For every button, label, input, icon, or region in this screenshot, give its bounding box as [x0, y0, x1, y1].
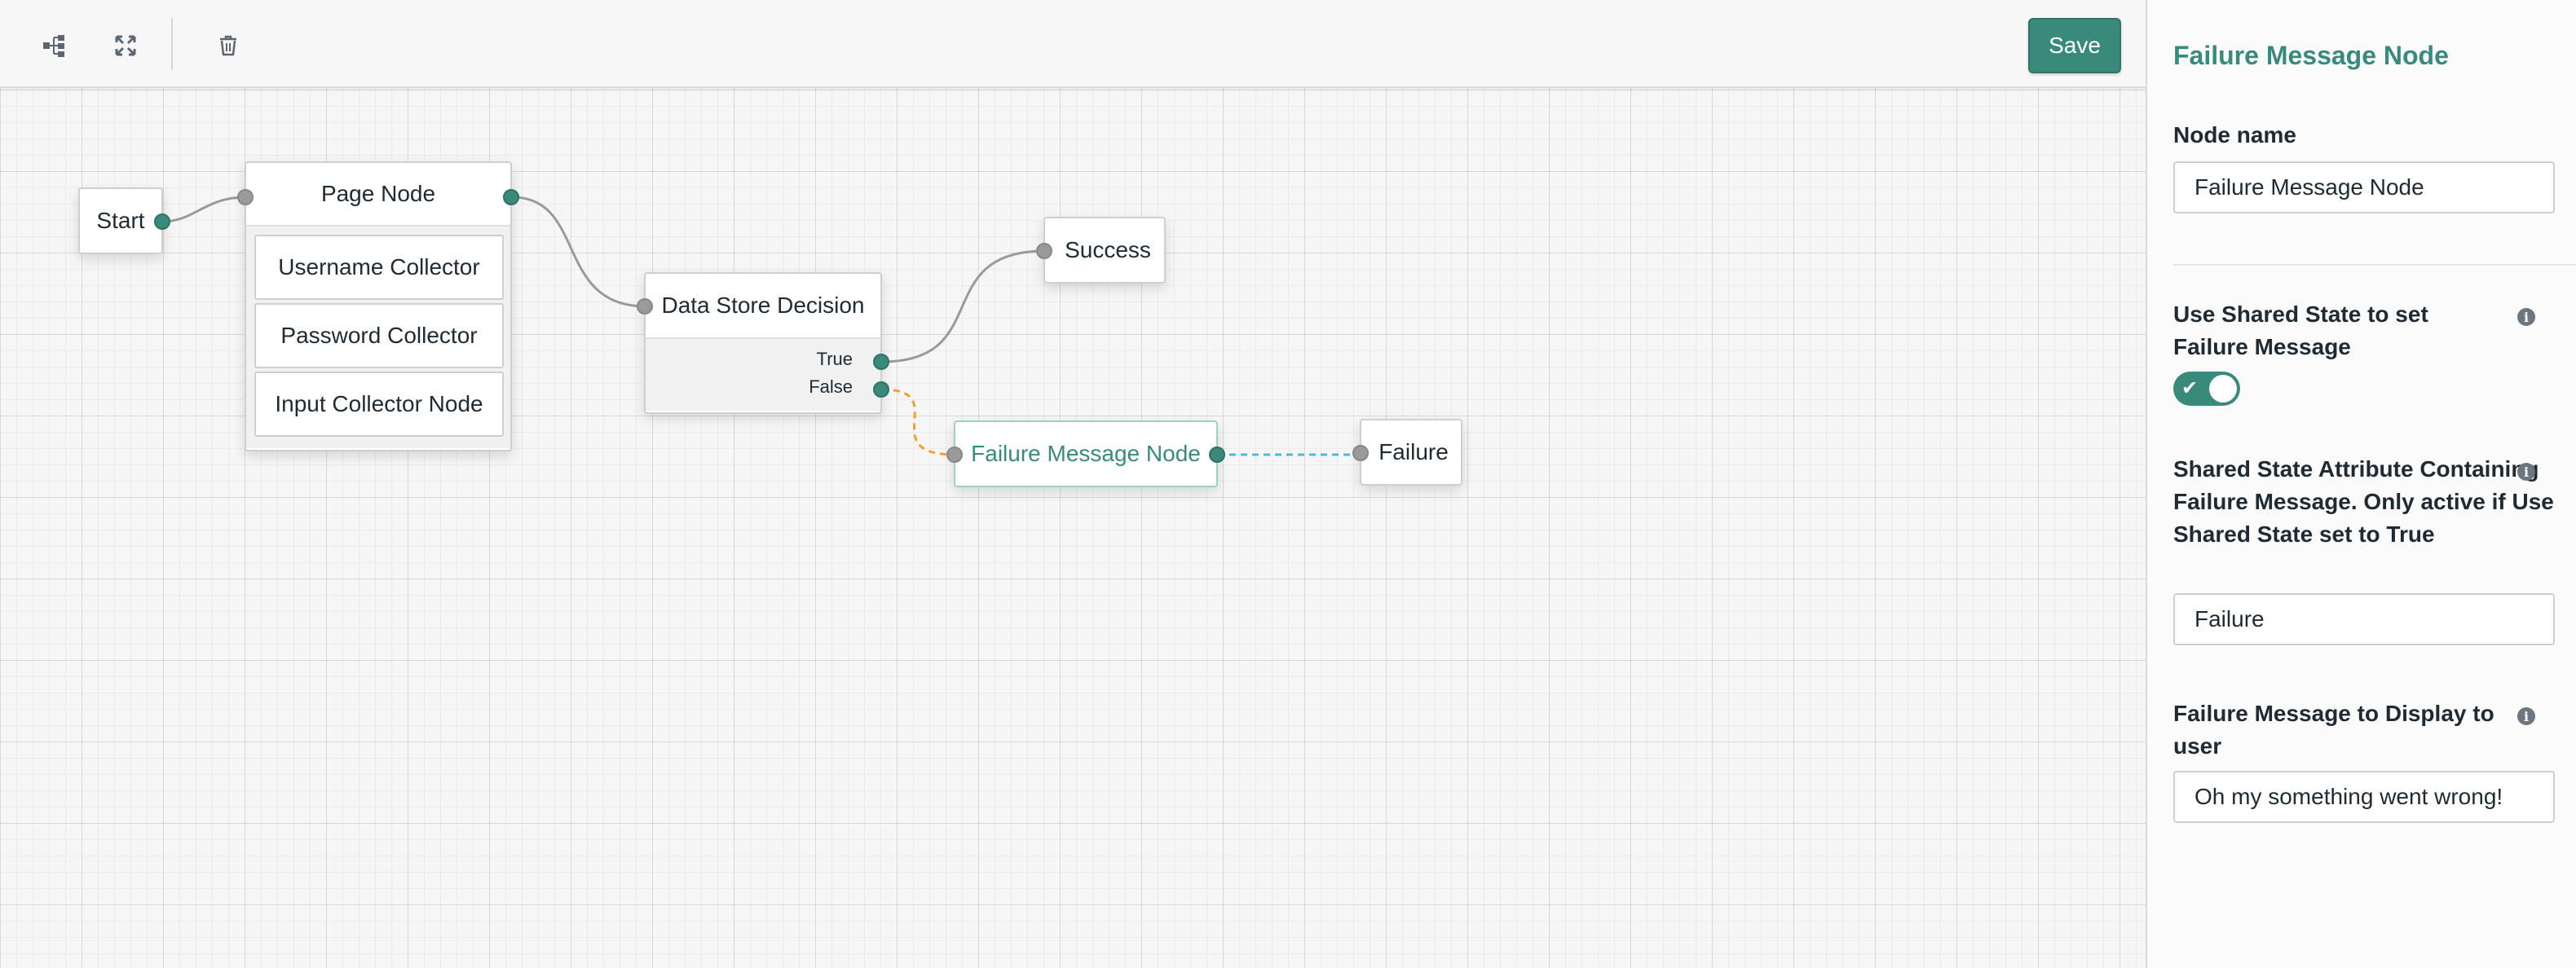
failure-message-label: Failure Message to Display to user	[2173, 701, 2494, 759]
editor-toolbar: Save	[0, 0, 2146, 88]
data-store-input-port[interactable]	[637, 298, 653, 315]
failure-message-output-port[interactable]	[1209, 447, 1225, 463]
info-icon[interactable]: i	[2517, 463, 2535, 481]
check-icon: ✔	[2181, 377, 2199, 399]
outcome-false-port[interactable]	[873, 381, 889, 398]
data-store-decision-title: Data Store Decision	[646, 274, 880, 339]
panel-title: Failure Message Node	[2173, 41, 2449, 70]
page-node[interactable]: Page Node Username Collector Password Co…	[237, 161, 519, 451]
outcome-false-label: False	[809, 376, 853, 397]
use-shared-state-label: Use Shared State to set Failure Message	[2173, 301, 2428, 359]
failure-node[interactable]: Failure	[1352, 419, 1462, 486]
failure-message-node-label: Failure Message Node	[971, 441, 1201, 466]
save-button[interactable]: Save	[2028, 18, 2121, 73]
start-node-label: Start	[96, 208, 145, 233]
node-properties-panel: Failure Message Node Node name Use Share…	[2146, 0, 2576, 968]
info-icon[interactable]: i	[2517, 707, 2535, 725]
toolbar-separator	[171, 18, 173, 70]
page-node-input-port[interactable]	[237, 189, 254, 205]
outcome-true-label: True	[816, 349, 853, 369]
fullscreen-icon	[115, 35, 136, 56]
child-node-input-collector[interactable]: Input Collector Node	[254, 372, 504, 437]
edge-true-to-success	[881, 249, 1046, 363]
info-icon[interactable]: i	[2517, 308, 2535, 326]
child-node-password-collector[interactable]: Password Collector	[254, 303, 504, 368]
trash-icon	[220, 35, 236, 56]
use-shared-state-toggle[interactable]: ✔	[2173, 372, 2240, 406]
child-node-username-collector[interactable]: Username Collector	[254, 235, 504, 300]
edge-page-to-datastore	[511, 196, 646, 308]
success-input-port[interactable]	[1036, 243, 1052, 259]
delete-button[interactable]	[199, 24, 258, 67]
fullscreen-button[interactable]	[96, 24, 155, 67]
shared-state-attribute-field[interactable]	[2173, 593, 2555, 645]
failure-input-port[interactable]	[1352, 445, 1369, 461]
start-node[interactable]: Start	[78, 187, 170, 254]
page-node-children: Username Collector Password Collector In…	[246, 227, 510, 448]
success-node-label: Success	[1065, 237, 1151, 262]
data-store-decision-node[interactable]: Data Store Decision True False	[637, 272, 889, 414]
edge-false-to-failure-message	[881, 388, 956, 456]
failure-message-node[interactable]: Failure Message Node	[946, 420, 1225, 487]
node-name-label: Node name	[2173, 122, 2296, 147]
toggle-knob	[2209, 375, 2237, 403]
edge-start-to-page	[161, 196, 247, 223]
failure-message-input-port[interactable]	[946, 447, 963, 463]
failure-message-field[interactable]	[2173, 771, 2555, 823]
shared-state-attribute-label: Shared State Attribute Containing Failur…	[2173, 456, 2554, 547]
page-node-output-port[interactable]	[503, 189, 519, 205]
data-store-outcomes: True False	[646, 339, 880, 411]
failure-node-label: Failure	[1378, 439, 1449, 464]
tree-layout-button[interactable]	[24, 24, 83, 67]
tree-canvas[interactable]: Start Page Node Username Collector Passw…	[0, 0, 2146, 968]
start-output-port[interactable]	[154, 213, 170, 230]
tree-layout-icon	[43, 35, 64, 57]
node-name-field[interactable]	[2173, 161, 2555, 213]
success-node[interactable]: Success	[1036, 217, 1166, 284]
panel-divider	[2173, 264, 2576, 266]
page-node-title: Page Node	[246, 163, 510, 227]
outcome-true-port[interactable]	[873, 354, 889, 370]
